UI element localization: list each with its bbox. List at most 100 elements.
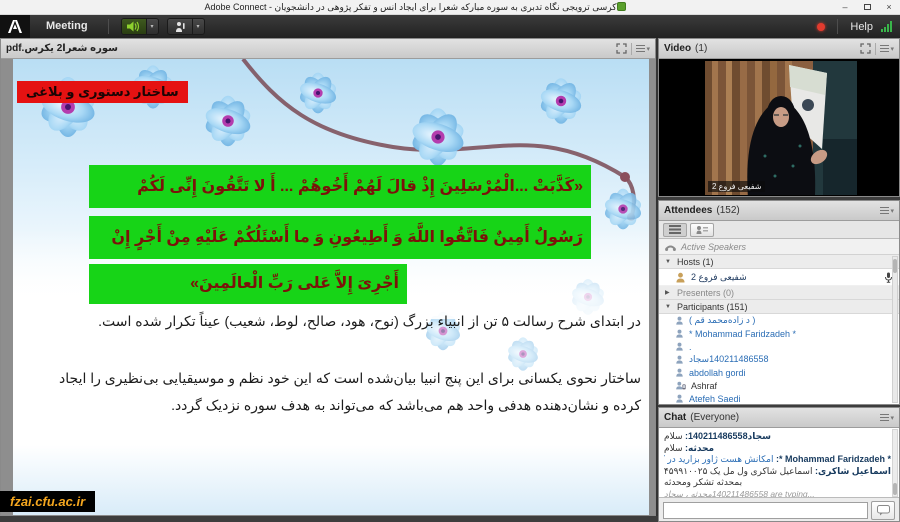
participant-name: abdollah gordi — [689, 367, 746, 378]
participant-name: Ashraf — [691, 380, 718, 391]
status-button-group[interactable]: ▾ — [166, 18, 205, 35]
participant-row[interactable]: * Mohammad Faridzadeh * — [659, 327, 899, 340]
chat-message-text: بمحدثه تشکر ومحدثه — [664, 477, 743, 487]
slide-paragraph-2: ساختار نحوی یکسانی برای این پنج انبیا بی… — [59, 370, 641, 413]
speaker-button-group[interactable]: ▾ — [120, 18, 159, 35]
chat-sender-name: اسماعیل شاکری: — [814, 465, 891, 476]
participant-name: Atefeh Saedi — [689, 393, 741, 404]
scrollbar-thumb[interactable] — [893, 483, 897, 495]
slide-paragraph-1: در ابتدای شرح رسالت ۵ تن از انبیاء بزرگ … — [98, 313, 641, 329]
fullscreen-icon[interactable] — [860, 43, 872, 54]
pod-options-icon[interactable]: ▾ — [636, 45, 650, 53]
meeting-menubar: Meeting ▾ ▾ Help — [0, 15, 900, 38]
chat-message: * Mohammad Faridzadeh *: امکانش هست ژاور… — [664, 454, 891, 466]
recording-indicator-icon — [817, 22, 826, 31]
webcam-video[interactable]: شفیعی فروع 2 — [705, 61, 857, 195]
attendees-scrollbar[interactable] — [892, 256, 898, 403]
pod-options-icon[interactable]: ▾ — [880, 414, 894, 422]
slide-canvas[interactable]: ساختار دستوری و بلاغی «کَذَّبَتْ ...الْم… — [13, 59, 649, 515]
maximize-icon — [863, 4, 871, 10]
share-pod-body: ساختار دستوری و بلاغی «کَذَّبَتْ ...الْم… — [1, 59, 655, 515]
chat-bubble-icon — [876, 505, 890, 516]
participant-avatar-icon — [676, 329, 683, 338]
chat-message: اسماعیل شاکری: اسماعیل شاکری ول مل یک ۵۴… — [664, 466, 891, 478]
participant-avatar-icon — [676, 316, 683, 325]
adobe-logo — [0, 15, 30, 38]
video-pod: Video (1) ▾ شفیعی فروع 2 — [658, 38, 900, 197]
share-pod-header: سوره شعرا2 یکرس.pdf ▾ — [1, 39, 655, 59]
participant-row[interactable]: abdollah gordi — [659, 366, 899, 379]
watermark: fzai.cfu.ac.ir — [0, 491, 96, 512]
pod-options-icon[interactable]: ▾ — [880, 45, 894, 53]
attendees-pod-title: Attendees — [664, 205, 713, 216]
participant-row[interactable]: سجاد‎140211486558 — [659, 353, 899, 366]
participant-avatar-icon — [676, 355, 683, 364]
participant-name: ( د زاده‌محمد قم ) — [689, 315, 756, 325]
chat-scrollbar[interactable] — [892, 429, 898, 497]
video-pod-header: Video (1) ▾ — [659, 39, 899, 59]
host-name: شفیعی فروع 2 — [691, 271, 747, 282]
attendees-list: ▼ Hosts (1) شفیعی فروع 2 ▶ Presenters (0… — [659, 255, 899, 404]
chat-message-text: امکانش هست ژاور بزارید در کانال آهمون می… — [664, 454, 774, 464]
chat-pod: Chat (Everyone) ▾ سجاد‎140211486558: سلا… — [658, 407, 900, 522]
attendees-toolbar — [659, 221, 899, 239]
typing-indicator: محدثه ، سجاد‎140211486558 are typing... — [664, 488, 815, 498]
speaker-icon[interactable] — [121, 19, 146, 34]
attendees-pod: Attendees (152) ▾ Active Speakers ▼ Host… — [658, 200, 900, 405]
participant-avatar-icon — [676, 342, 683, 351]
participant-name: سجاد‎140211486558 — [689, 354, 769, 364]
video-count: (1) — [695, 43, 708, 54]
attendees-pod-header: Attendees (152) ▾ — [659, 201, 899, 221]
collapse-triangle-icon: ▼ — [665, 303, 671, 310]
participant-name: . — [689, 341, 692, 352]
presenters-group-header[interactable]: ▶ Presenters (0) — [659, 286, 899, 300]
slide-bottom-gradient — [13, 445, 649, 515]
chat-sender-name: سجاد‎140211486558: — [685, 431, 771, 441]
active-speakers-row: Active Speakers — [659, 239, 899, 255]
close-button[interactable]: × — [878, 0, 900, 15]
adobe-a-icon — [8, 20, 22, 33]
connection-signal-icon[interactable] — [881, 21, 892, 32]
scrollbar-thumb[interactable] — [893, 259, 897, 273]
participant-name: * Mohammad Faridzadeh * — [689, 328, 797, 339]
participant-row[interactable]: ( د زاده‌محمد قم ) — [659, 314, 899, 327]
participant-row[interactable]: Ashraf — [659, 379, 899, 392]
window-title: کرسی ترویجی نگاه تدبری به سوره مبارکه شع… — [0, 0, 834, 15]
chat-pod-title: Chat — [664, 412, 687, 423]
pod-options-icon[interactable]: ▾ — [880, 207, 894, 215]
hosts-group-header[interactable]: ▼ Hosts (1) — [659, 255, 899, 269]
active-speakers-label: Active Speakers — [681, 241, 747, 252]
chat-input[interactable] — [663, 502, 868, 519]
send-message-button[interactable] — [871, 501, 895, 520]
chat-message-list[interactable]: سجاد‎140211486558: سلام محدثه: سلام * Mo… — [659, 428, 899, 498]
chat-message: بمحدثه تشکر ومحدثه — [664, 477, 891, 489]
slide-section-banner: ساختار دستوری و بلاغی — [17, 81, 188, 103]
status-dropdown-caret[interactable]: ▾ — [191, 19, 204, 34]
chat-message-text: سلام — [664, 442, 683, 453]
help-menu[interactable]: Help — [850, 21, 873, 33]
adobe-connect-app-icon — [616, 1, 626, 11]
attendees-count: (152) — [716, 205, 740, 216]
host-avatar-icon — [676, 272, 685, 282]
collapse-triangle-icon: ▼ — [665, 258, 671, 265]
attendee-list-view-button[interactable] — [663, 222, 687, 237]
attendee-status-view-button[interactable] — [690, 222, 714, 237]
speaker-dropdown-caret[interactable]: ▾ — [145, 19, 158, 34]
chat-message-text: سلام — [664, 431, 683, 441]
participants-group-header[interactable]: ▼ Participants (151) — [659, 300, 899, 314]
maximize-button[interactable] — [856, 0, 878, 15]
chat-input-row — [659, 498, 899, 521]
participant-avatar-icon — [676, 394, 683, 403]
fullscreen-icon[interactable] — [616, 43, 628, 54]
raise-hand-icon[interactable] — [168, 19, 192, 34]
host-row[interactable]: شفیعی فروع 2 — [659, 269, 899, 286]
meeting-menu[interactable]: Meeting — [30, 15, 104, 38]
participant-row[interactable]: Atefeh Saedi — [659, 392, 899, 404]
verse-line-2: رَسُولٌ أَمِینٌ فَاتَّقُوا اللَّهَ وَ أَ… — [89, 216, 591, 259]
chat-sender-name: محدثه: — [685, 442, 715, 453]
video-pod-title: Video — [664, 43, 692, 54]
minimize-button[interactable]: – — [834, 0, 856, 15]
chat-pod-header: Chat (Everyone) ▾ — [659, 408, 899, 428]
participant-row[interactable]: . — [659, 340, 899, 353]
participant-avatar-icon — [676, 368, 683, 377]
